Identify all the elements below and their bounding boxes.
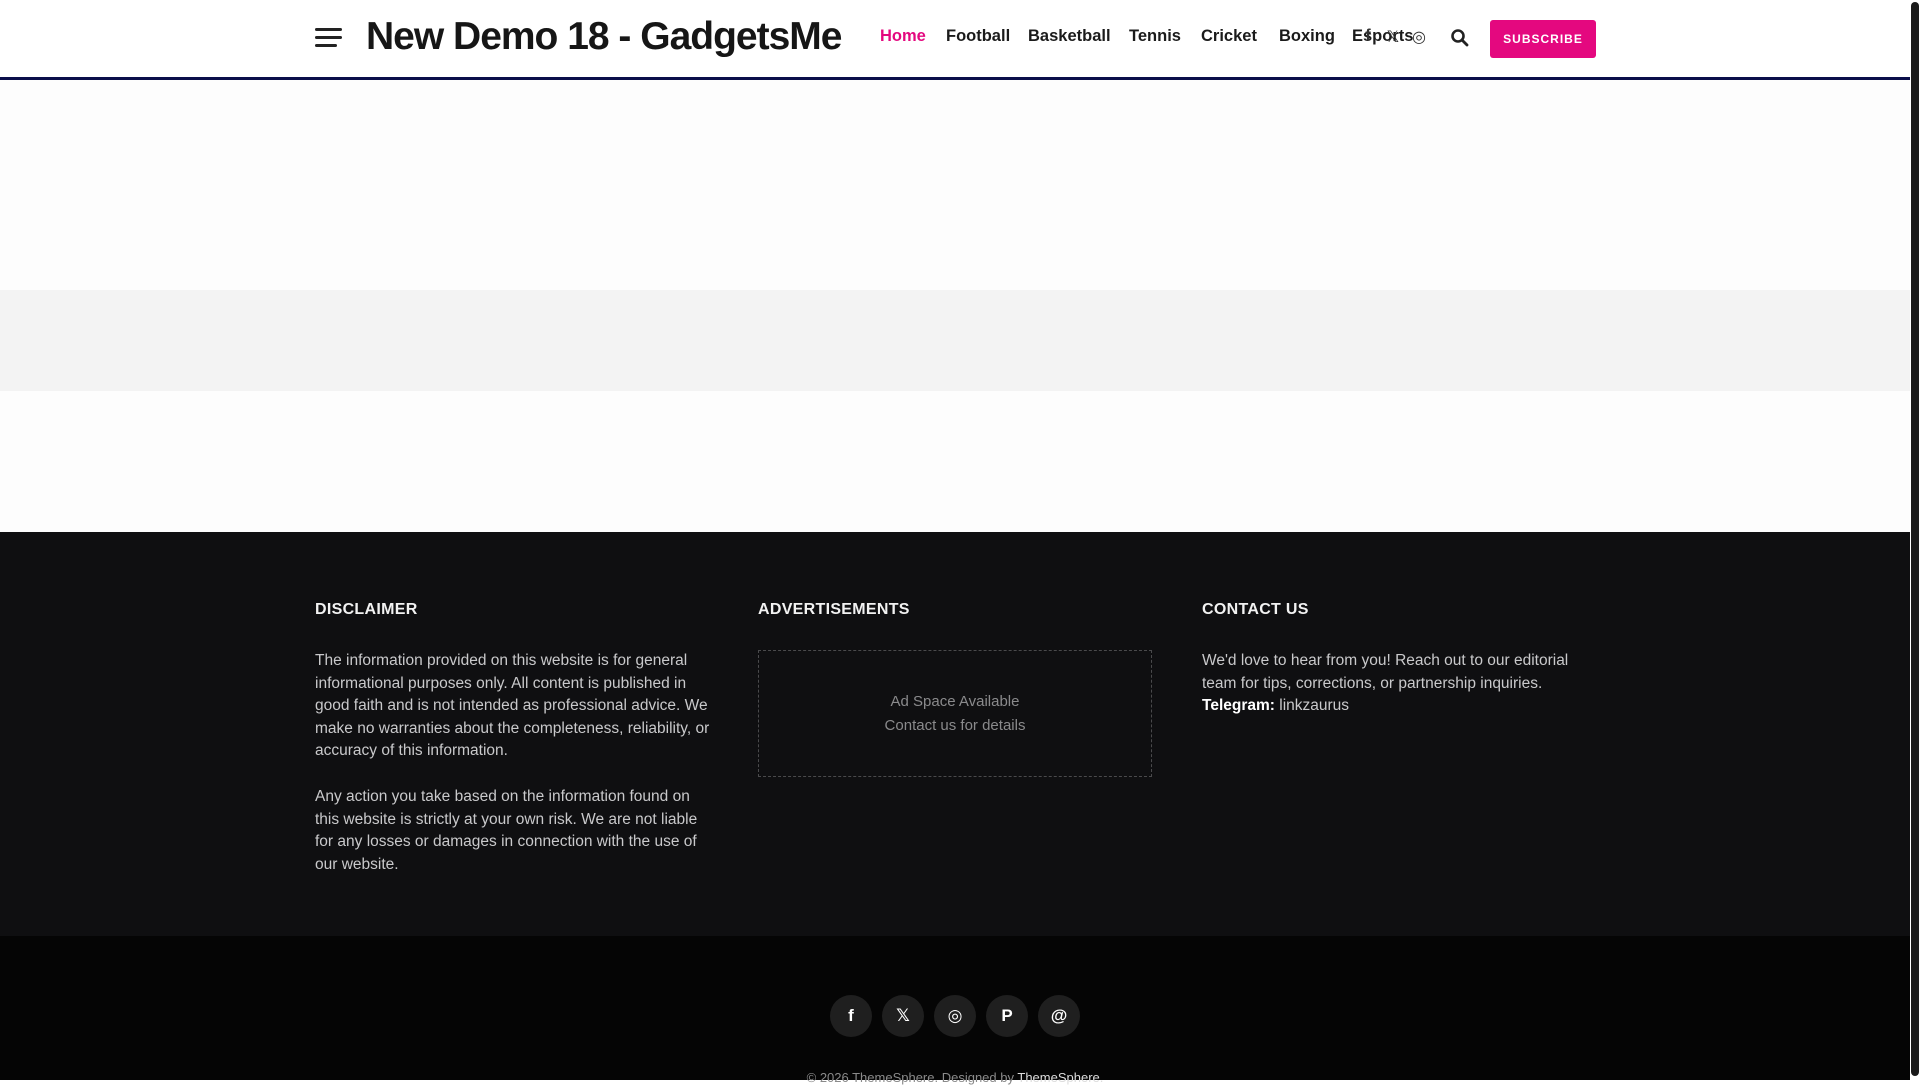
scrollbar[interactable]: [1911, 2, 1919, 1076]
site-logo[interactable]: New Demo 18 - GadgetsMe: [366, 15, 842, 59]
nav-cricket[interactable]: Cricket: [1201, 27, 1257, 46]
ad-area-bottom: [0, 391, 1910, 532]
advertisements-heading: ADVERTISEMENTS: [758, 601, 910, 618]
telegram-line: Telegram: linkzaurus: [1202, 695, 1602, 718]
telegram-value[interactable]: linkzaurus: [1279, 697, 1349, 714]
ad-space-title: Ad Space Available: [890, 692, 1020, 710]
subscribe-button[interactable]: SUBSCRIBE: [1490, 20, 1596, 58]
footer-facebook-icon[interactable]: f: [830, 995, 872, 1037]
instagram-icon[interactable]: ◎: [1410, 27, 1428, 47]
copyright-text: © 2026 ThemeSphere. Designed by: [806, 1070, 1014, 1085]
copyright: © 2026 ThemeSphere. Designed by ThemeSph…: [0, 1070, 1910, 1085]
site-header: New Demo 18 - GadgetsMe Home Football Ba…: [0, 0, 1910, 80]
ad-area-top: [0, 80, 1910, 290]
search-icon[interactable]: [1450, 28, 1470, 48]
contact-heading: CONTACT US: [1202, 601, 1309, 618]
footer-widgets: DISCLAIMER The information provided on t…: [0, 532, 1910, 936]
footer-instagram-icon[interactable]: ◎: [934, 995, 976, 1037]
footer-pinterest-icon[interactable]: P: [986, 995, 1028, 1037]
telegram-label: Telegram:: [1202, 697, 1275, 714]
facebook-icon[interactable]: f: [1359, 27, 1377, 45]
contact-text: We'd love to hear from you! Reach out to…: [1202, 652, 1569, 692]
ad-area-banner: [0, 290, 1910, 391]
ad-space-subtitle: Contact us for details: [884, 716, 1026, 734]
footer-x-icon[interactable]: 𝕏: [882, 995, 924, 1037]
nav-basketball[interactable]: Basketball: [1028, 27, 1111, 46]
disclaimer-text-1: The information provided on this website…: [315, 652, 710, 760]
designer-link[interactable]: ThemeSphere.: [1017, 1070, 1103, 1085]
disclaimer-heading: DISCLAIMER: [315, 601, 418, 618]
nav-tennis[interactable]: Tennis: [1129, 27, 1181, 46]
nav-home[interactable]: Home: [880, 27, 926, 46]
footer-threads-icon[interactable]: @: [1038, 995, 1080, 1037]
x-icon[interactable]: 𝕏: [1384, 27, 1402, 47]
ad-space-box[interactable]: Ad Space Available Contact us for detail…: [758, 650, 1152, 777]
nav-football[interactable]: Football: [946, 27, 1010, 46]
nav-boxing[interactable]: Boxing: [1279, 27, 1335, 46]
menu-hamburger-icon[interactable]: [315, 28, 342, 48]
disclaimer-text-2: Any action you take based on the informa…: [315, 788, 698, 873]
